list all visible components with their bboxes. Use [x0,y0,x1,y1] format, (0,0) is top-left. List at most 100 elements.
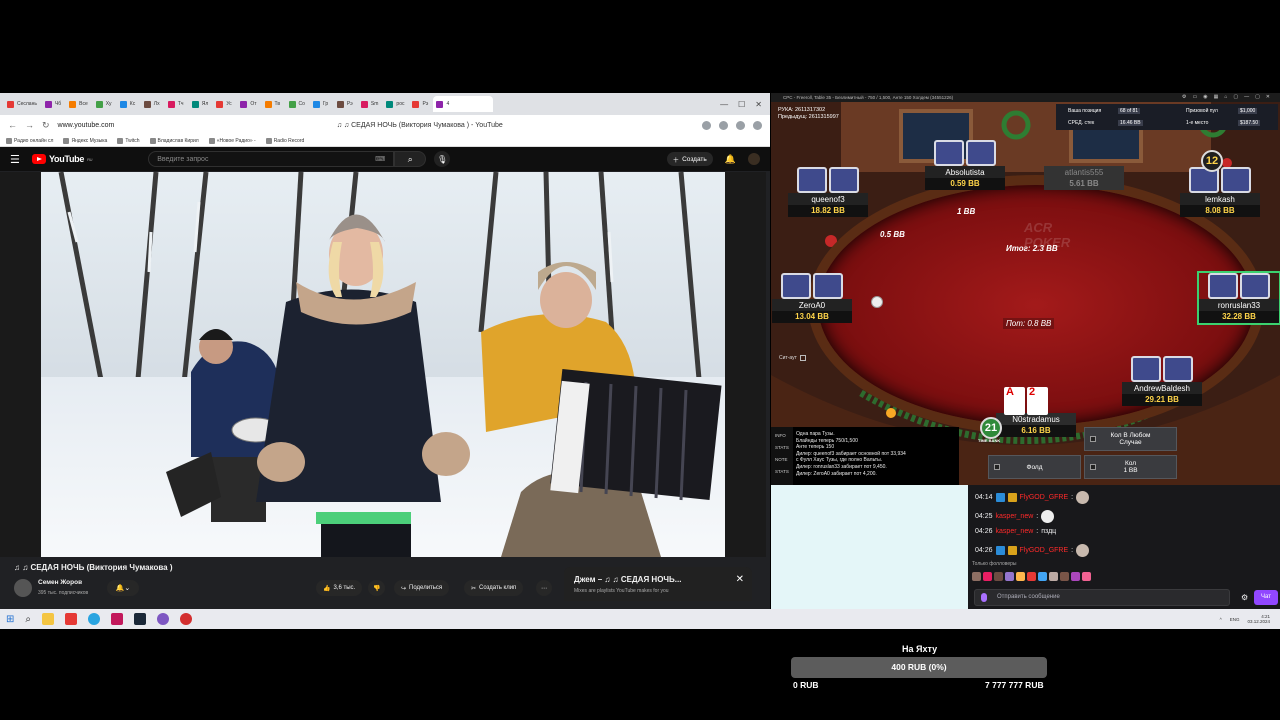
bookmark-item[interactable]: Яндекс Музыка [63,137,107,144]
tray-arrow-icon[interactable]: ^ [1220,617,1222,622]
seat-absolutista[interactable]: Absolutista 0.59 BB [925,140,1005,190]
chat-username[interactable]: FlyGOD_GFRE [1020,547,1069,554]
log-tab-info[interactable]: INFO [775,430,791,442]
maximize-icon[interactable]: ☐ [738,100,745,109]
log-tab-stats[interactable]: STATS [775,442,791,454]
poker-window-controls[interactable]: ⚙▭◉▦⌂▢—▢✕ [1182,93,1276,102]
browser-tab[interactable]: Ус [213,96,235,112]
bookmark-item[interactable]: Twitch [117,137,140,144]
subscription-bell-button[interactable]: 🔔 ⌄ [107,580,139,596]
emote-icon[interactable] [1038,572,1047,581]
seat-queenof3[interactable]: queenof3 18.82 BB [788,167,868,217]
chat-send-button[interactable]: Чат [1254,590,1278,605]
share-button[interactable]: ↪ Поделиться [394,580,450,596]
seat-andrewbaldesh[interactable]: AndrewBaldesh 29.21 BB [1122,356,1202,406]
emote-icon[interactable] [1071,572,1080,581]
browser-tab[interactable]: Лх [141,96,163,112]
browser-tab[interactable]: 4 [433,96,494,112]
browser-tab[interactable]: Тч [165,96,187,112]
chat-username[interactable]: kasper_new [996,513,1034,520]
app-icon[interactable] [111,613,123,625]
fold-button[interactable]: Фолд [988,455,1081,479]
obs-icon[interactable] [157,613,169,625]
emote-icon[interactable] [1049,572,1058,581]
gear-icon[interactable]: ⚙ [1241,593,1248,602]
chat-username[interactable]: kasper_new [996,528,1034,535]
browser-tab[interactable]: Рэ [409,96,431,112]
create-button[interactable]: ＋ Создать [666,152,713,166]
voice-search-icon[interactable]: 🎙 [434,151,451,167]
seat-ronruslan33[interactable]: ronruslan33 32.28 BB [1197,271,1280,325]
close-icon[interactable]: ✕ [755,100,762,109]
emote-icon[interactable] [1016,572,1025,581]
search-input[interactable]: Введите запрос ⌨ [148,151,395,167]
browser-tab[interactable]: Сеслань [4,96,40,112]
seat-zeroa0[interactable]: ZeroA0 13.04 BB [772,273,852,323]
bookmark-item[interactable]: Radio Record [265,137,304,144]
like-button[interactable]: 👍 3,6 тыс. [316,580,363,596]
reload-icon[interactable]: ↻ [42,120,50,131]
emote-icon[interactable] [1060,572,1069,581]
poker-app-icon[interactable] [180,613,192,625]
emote-icon[interactable] [1005,572,1014,581]
search-button[interactable]: ⌕ [394,151,427,167]
notifications-bell-icon[interactable]: 🔔 [725,154,736,165]
browser-tab[interactable]: Тв [262,96,284,112]
file-explorer-icon[interactable] [42,613,54,625]
steam-icon[interactable] [134,613,146,625]
address-bar[interactable]: www.youtube.com [58,122,208,129]
yandex-icon[interactable] [65,613,77,625]
channel-name[interactable]: Семен Жоров [38,579,82,586]
browser-tab[interactable]: От [237,96,259,112]
bookmark-star-icon[interactable] [702,120,711,130]
emote-icon[interactable] [994,572,1003,581]
log-tabs[interactable]: INFO STATS NOTE STATS [771,427,793,485]
seat-atlantis555[interactable]: atlantis555 5.61 BB [1044,140,1124,190]
browser-tab[interactable]: рос [383,96,407,112]
language-indicator[interactable]: ENG [1230,617,1240,622]
chat-message-input[interactable]: Отправить сообщение [974,589,1230,606]
windows-start-icon[interactable]: ⊞ [6,614,14,625]
emote-icon[interactable] [983,572,992,581]
browser-tab[interactable]: Ял [189,96,212,112]
edge-icon[interactable] [88,613,100,625]
account-avatar[interactable] [748,153,760,165]
search-icon[interactable]: ⌕ [25,614,31,625]
call-button[interactable]: Кол 1 BB [1084,455,1177,479]
browser-tab[interactable]: Sm [358,96,382,112]
dislike-button[interactable]: 👎 [368,580,386,596]
bookmark-item[interactable]: Владислав Кирил [149,137,199,144]
browser-tab[interactable]: Рэ [334,96,356,112]
sit-out-checkbox[interactable]: Сит-аут [779,355,806,361]
browser-tab[interactable]: Со [286,96,308,112]
clock[interactable]: 4:21 03.12.2024 [1247,614,1270,624]
emote-icon[interactable] [1082,572,1091,581]
video-player[interactable] [41,172,725,557]
forward-icon[interactable]: → [25,120,34,130]
emote-icon[interactable] [1027,572,1036,581]
channel-avatar[interactable] [14,579,32,597]
call-any-checkbox-button[interactable]: Кол В Любом Случае [1084,427,1177,451]
seat-lemkash[interactable]: lemkash 8.08 BB [1180,167,1260,217]
minimize-icon[interactable]: — [720,100,728,109]
chat-username[interactable]: FlyGOD_GFRE [1020,494,1069,501]
close-icon[interactable]: ✕ [736,574,744,585]
hamburger-menu-icon[interactable]: ☰ [10,153,26,166]
clip-button[interactable]: ✂ Создать клип [464,580,524,596]
log-tab-note[interactable]: NOTE [775,454,791,466]
back-icon[interactable]: ← [8,120,17,130]
bookmark-item[interactable]: Радио онлайн сл [6,137,53,144]
bits-icon[interactable] [981,593,987,602]
extension-icon[interactable] [719,120,728,130]
more-actions-button[interactable]: ⋯ [536,580,552,596]
browser-menu-icon[interactable] [753,120,762,130]
profile-icon[interactable] [736,120,745,130]
keyboard-icon[interactable]: ⌨ [375,155,385,163]
browser-tab[interactable]: Гр [310,96,332,112]
mix-playlist-card[interactable]: Джем – ♫ ♫ СЕДАЯ НОЧЬ... Mixes are playl… [564,567,752,601]
browser-tab[interactable]: Кс [117,96,139,112]
browser-tab[interactable]: Все [66,96,91,112]
previous-hand[interactable]: Предыдущ: 2611315997 [778,114,839,121]
log-tab-stats-2[interactable]: STATS [775,466,791,478]
youtube-logo[interactable]: YouTube RU [32,154,93,164]
